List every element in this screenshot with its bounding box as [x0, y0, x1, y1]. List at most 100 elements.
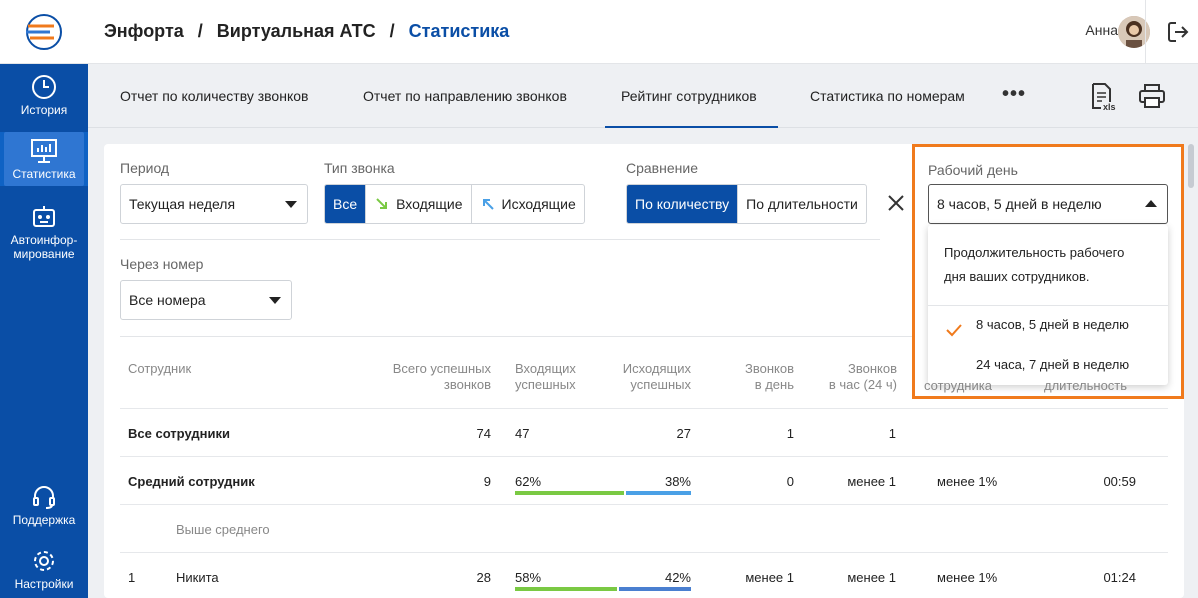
breadcrumb-item[interactable]: Энфорта — [104, 21, 184, 41]
via-number-label: Через номер — [120, 256, 204, 272]
check-icon — [946, 324, 962, 337]
tab-call-direction[interactable]: Отчет по направлению звонков — [363, 88, 567, 104]
col-header-text: успешных — [630, 377, 691, 392]
breadcrumb-item[interactable]: Виртуальная АТС — [217, 21, 376, 41]
header-divider — [1145, 0, 1146, 64]
row-load: менее 1% — [937, 570, 998, 585]
outgoing-share-bar — [626, 491, 691, 495]
sidebar-item-history[interactable]: История — [0, 74, 88, 130]
col-header-load[interactable]: сотрудника — [924, 378, 992, 394]
row-duration: 01:24 — [1103, 570, 1136, 585]
table-header-divider — [120, 408, 1168, 409]
row-name: Средний сотрудник — [128, 474, 255, 489]
breadcrumb: Энфорта / Виртуальная АТС / Статистика — [104, 21, 509, 42]
breadcrumb-separator: / — [197, 21, 203, 41]
breadcrumb-current: Статистика — [408, 21, 510, 41]
scrollbar[interactable] — [1188, 144, 1194, 188]
comparison-by-count[interactable]: По количеству — [627, 185, 739, 223]
row-incoming-pct: 58% — [515, 570, 542, 585]
group-label: Выше среднего — [176, 522, 270, 537]
col-header-text: Звонков — [848, 361, 897, 376]
workday-dropdown: Продолжительность рабочего дня ваших сот… — [928, 225, 1168, 385]
row-total: 74 — [476, 426, 491, 441]
sidebar-item-statistics[interactable]: Статистика — [0, 132, 88, 186]
col-header-text: Сотрудник — [128, 361, 192, 376]
logout-button[interactable] — [1166, 20, 1190, 47]
row-divider — [120, 504, 1168, 505]
active-tab-indicator — [605, 126, 778, 128]
print-button[interactable] — [1138, 82, 1166, 113]
call-type-all[interactable]: Все — [325, 185, 367, 223]
via-number-value: Все номера — [129, 292, 206, 308]
workday-info: Продолжительность рабочего дня ваших сот… — [944, 241, 1154, 289]
tab-employee-rating[interactable]: Рейтинг сотрудников — [621, 88, 757, 104]
top-bar: Энфорта / Виртуальная АТС / Статистика Анна — [88, 0, 1198, 64]
call-type-incoming[interactable]: Входящие — [366, 185, 472, 223]
logout-icon — [1168, 22, 1189, 42]
tab-number-stats[interactable]: Статистика по номерам — [810, 88, 965, 104]
sidebar-item-autoinform[interactable]: Автоинфор-мирование — [0, 204, 88, 266]
clock-icon — [32, 75, 56, 99]
sidebar-item-label: Статистика — [12, 167, 76, 181]
row-per-hour: менее 1 — [847, 570, 896, 585]
outgoing-arrow-icon — [482, 199, 494, 210]
incoming-share-bar — [515, 491, 624, 495]
close-button[interactable] — [887, 194, 905, 215]
row-duration: 00:59 — [1103, 474, 1136, 489]
xls-file-icon: xls — [1092, 83, 1116, 112]
col-header-duration[interactable]: длительность — [1044, 378, 1127, 394]
svg-text:xls: xls — [1103, 102, 1116, 112]
report-tabs: Отчет по количеству звонков Отчет по нап… — [88, 64, 1198, 128]
col-header-employee[interactable]: Сотрудник — [128, 361, 191, 377]
sidebar-item-support[interactable]: Поддержка — [0, 484, 88, 532]
more-tabs-button[interactable]: ••• — [1002, 83, 1026, 106]
robot-icon — [33, 206, 55, 227]
period-label: Период — [120, 160, 170, 176]
sidebar-item-settings[interactable]: Настройки — [0, 548, 88, 596]
user-name[interactable]: Анна — [1085, 22, 1118, 38]
comparison-label: Сравнение — [626, 160, 698, 176]
col-header-per-day[interactable]: Звонков в день — [704, 361, 794, 393]
headset-icon — [33, 486, 55, 509]
comparison-by-count-label: По количеству — [635, 196, 730, 212]
workday-select[interactable]: 8 часов, 5 дней в неделю — [928, 184, 1168, 224]
sidebar-item-label: Поддержка — [12, 513, 76, 527]
row-outgoing-pct: 38% — [664, 474, 691, 489]
via-number-select[interactable]: Все номера — [120, 280, 292, 320]
col-header-per-hour[interactable]: Звонков в час (24 ч) — [804, 361, 897, 393]
workday-option-24h[interactable]: 24 часа, 7 дней в неделю — [976, 357, 1129, 372]
col-header-incoming[interactable]: Входящих успешных — [515, 361, 576, 393]
row-total: 28 — [476, 570, 491, 585]
row-per-day: 0 — [786, 474, 794, 489]
workday-option-8h[interactable]: 8 часов, 5 дней в неделю — [976, 317, 1129, 332]
call-type-incoming-label: Входящие — [396, 196, 463, 212]
row-load: менее 1% — [937, 474, 998, 489]
workday-info-line: дня ваших сотрудников. — [944, 269, 1090, 284]
call-type-outgoing[interactable]: Исходящие — [472, 185, 584, 223]
row-incoming: 47 — [515, 426, 530, 441]
dropdown-divider — [928, 305, 1168, 306]
incoming-share-bar — [515, 587, 617, 591]
row-per-hour: 1 — [888, 426, 896, 441]
gear-icon — [34, 551, 54, 571]
close-icon — [888, 195, 904, 211]
col-header-outgoing[interactable]: Исходящих успешных — [590, 361, 691, 393]
row-divider — [120, 456, 1168, 457]
period-select[interactable]: Текущая неделя — [120, 184, 308, 224]
comparison-toggle: По количеству По длительности — [626, 184, 867, 224]
col-header-text: в час (24 ч) — [828, 377, 897, 392]
comparison-by-duration[interactable]: По длительности — [738, 185, 866, 223]
col-header-total[interactable]: Всего успешных звонков — [360, 361, 491, 393]
export-xls-button[interactable]: xls — [1090, 82, 1118, 115]
tab-call-count[interactable]: Отчет по количеству звонков — [120, 88, 308, 104]
monitor-chart-icon — [31, 139, 57, 163]
col-header-text: успешных — [515, 377, 576, 392]
sidebar-item-label: История — [20, 103, 68, 117]
workday-value: 8 часов, 5 дней в неделю — [937, 196, 1102, 212]
call-type-all-label: Все — [333, 196, 358, 212]
breadcrumb-separator: / — [389, 21, 395, 41]
app-logo[interactable] — [0, 0, 88, 64]
workday-label: Рабочий день — [928, 162, 1018, 178]
sidebar-item-label: Автоинфор-мирование — [10, 233, 78, 261]
col-header-text: Входящих — [515, 361, 576, 376]
